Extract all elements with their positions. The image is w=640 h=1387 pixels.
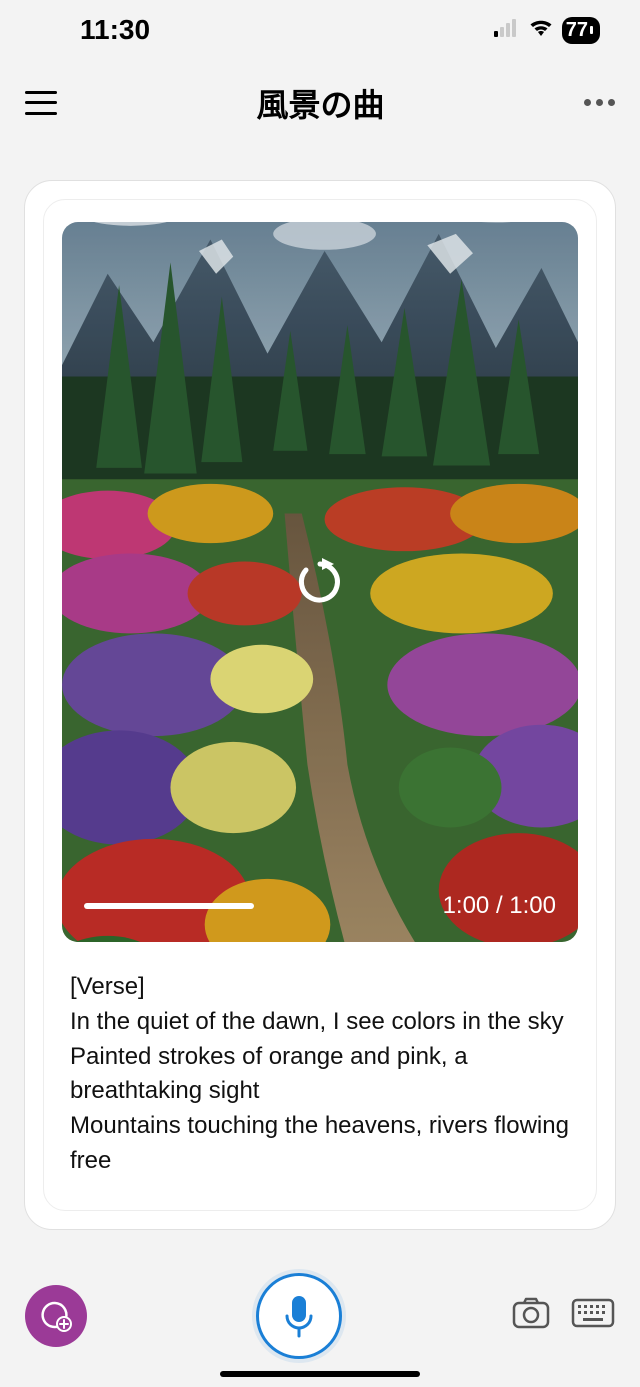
reload-icon[interactable] xyxy=(294,556,346,608)
menu-icon[interactable] xyxy=(25,91,57,115)
camera-icon xyxy=(511,1296,551,1330)
camera-button[interactable] xyxy=(511,1296,551,1335)
more-icon[interactable] xyxy=(584,99,615,106)
home-indicator xyxy=(220,1371,420,1377)
microphone-icon xyxy=(279,1292,319,1340)
status-time: 11:30 xyxy=(80,14,150,46)
status-bar: 11:30 77 xyxy=(0,0,640,60)
lyrics-line: Mountains touching the heavens, rivers f… xyxy=(70,1109,570,1179)
progress-row: 1:00 / 1:00 xyxy=(84,892,556,920)
battery-level: 77 xyxy=(566,19,588,42)
bottom-bar xyxy=(0,1262,640,1387)
media-player[interactable]: 1:00 / 1:00 xyxy=(62,222,578,942)
new-chat-button[interactable] xyxy=(25,1285,87,1347)
status-indicators: 77 xyxy=(494,17,600,44)
lyrics-tag: [Verse] xyxy=(70,970,570,1005)
microphone-button[interactable] xyxy=(256,1273,342,1359)
battery-icon: 77 xyxy=(562,17,600,44)
cellular-icon xyxy=(494,19,520,42)
page-title: 風景の曲 xyxy=(256,80,384,126)
time-display: 1:00 / 1:00 xyxy=(443,892,556,920)
content-card: 1:00 / 1:00 [Verse] In the quiet of the … xyxy=(43,199,597,1211)
content-card-outer: 1:00 / 1:00 [Verse] In the quiet of the … xyxy=(24,180,616,1230)
lyrics-line: In the quiet of the dawn, I see colors i… xyxy=(70,1005,570,1040)
progress-bar[interactable] xyxy=(84,903,254,909)
lyrics-line: Painted strokes of orange and pink, a br… xyxy=(70,1040,570,1110)
lyrics-block: [Verse] In the quiet of the dawn, I see … xyxy=(62,970,578,1179)
keyboard-icon xyxy=(571,1298,615,1328)
wifi-icon xyxy=(528,18,554,43)
keyboard-button[interactable] xyxy=(571,1298,615,1333)
chat-plus-icon xyxy=(39,1299,73,1333)
app-header: 風景の曲 xyxy=(0,60,640,145)
